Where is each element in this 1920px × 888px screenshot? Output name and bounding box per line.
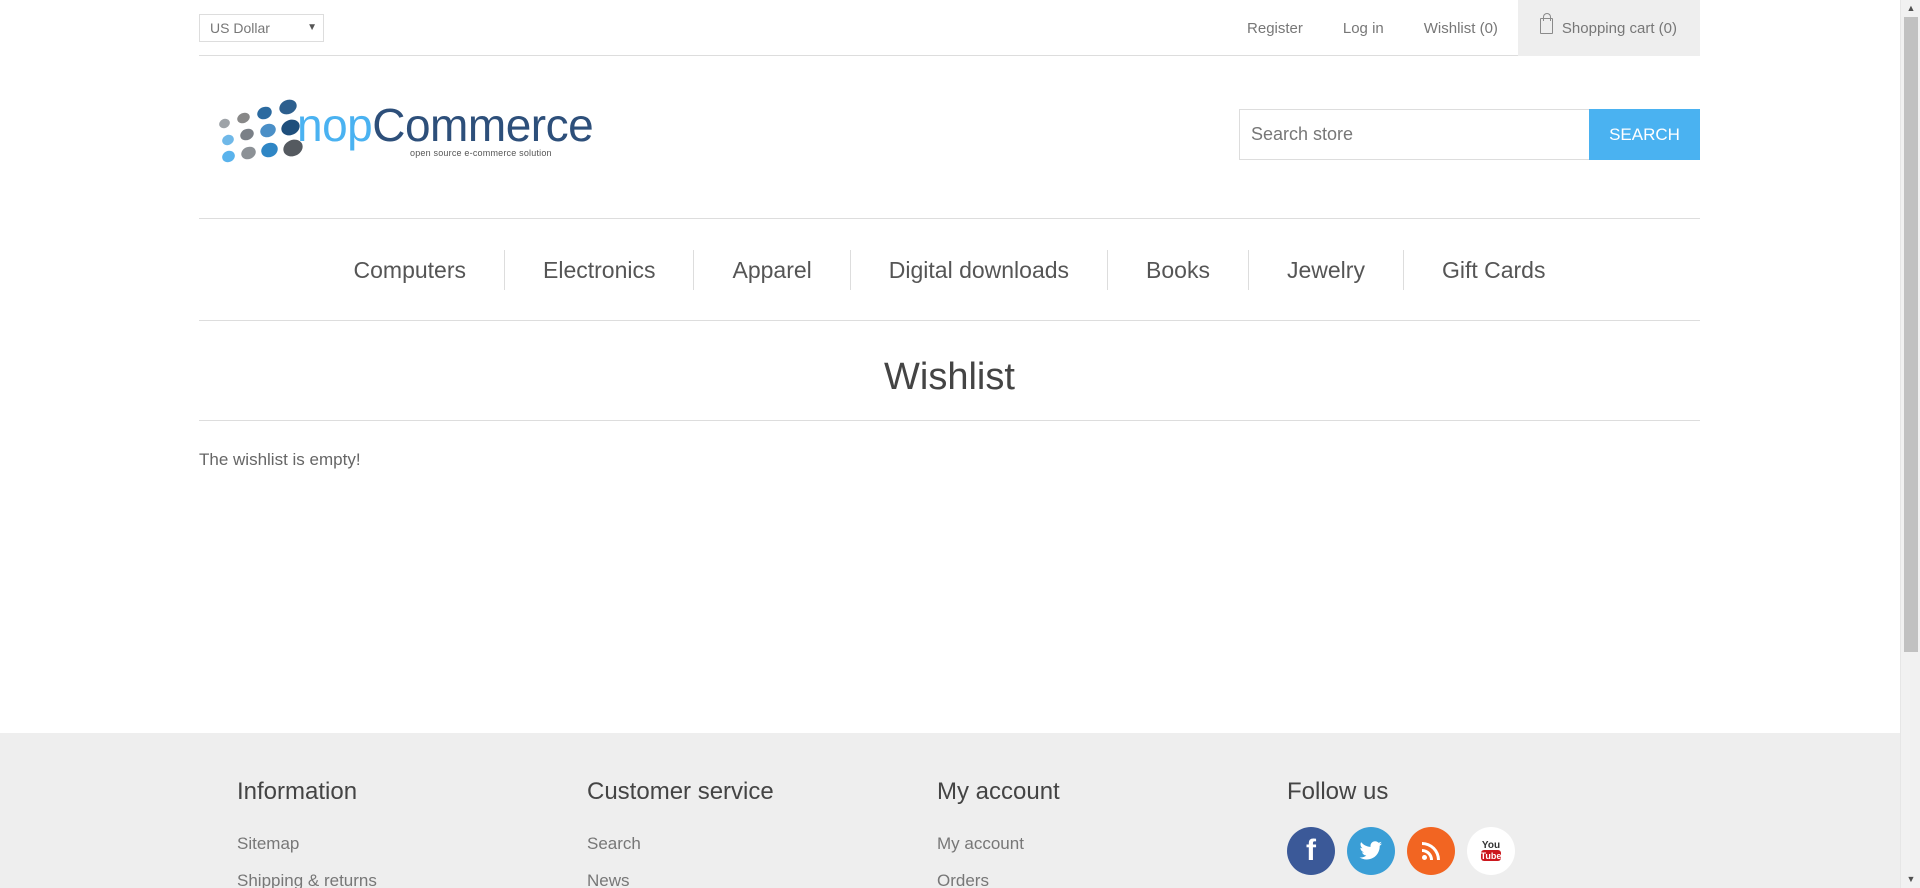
menu-item-apparel[interactable]: Apparel (693, 249, 849, 290)
vertical-scrollbar[interactable]: ▲ ▼ (1900, 0, 1920, 888)
footer-my-account: My account My account Orders (937, 777, 1060, 888)
youtube-icon[interactable]: You Tube (1467, 827, 1515, 875)
footer-customer-service-title: Customer service (587, 778, 774, 805)
social-links: f You Tube (1287, 827, 1515, 875)
menu-item-jewelry[interactable]: Jewelry (1247, 249, 1403, 290)
footer-follow-us-title: Follow us (1287, 778, 1389, 805)
footer-my-account-title: My account (937, 778, 1060, 805)
header-links-bar: US Dollar ▼ Register Log in Wishlist (0)… (199, 0, 1700, 56)
currency-selector[interactable]: US Dollar ▼ (199, 14, 324, 42)
logo-nop: nop (297, 99, 373, 151)
footer-follow-us: Follow us f You Tube (1287, 777, 1515, 875)
search-box: SEARCH (1239, 109, 1700, 160)
footer-link-news[interactable]: News (587, 862, 774, 888)
footer-link-orders[interactable]: Orders (937, 862, 1060, 888)
twitter-icon[interactable] (1347, 827, 1395, 875)
page: US Dollar ▼ Register Log in Wishlist (0)… (0, 0, 1900, 888)
svg-text:Tube: Tube (1481, 851, 1502, 861)
menu-item-electronics[interactable]: Electronics (504, 249, 693, 290)
footer-customer-service: Customer service Search News (587, 777, 774, 888)
wishlist-empty-message: The wishlist is empty! (199, 450, 361, 469)
menu-item-gift-cards[interactable]: Gift Cards (1402, 249, 1584, 290)
footer-link-my-account[interactable]: My account (937, 825, 1060, 862)
footer: Information Sitemap Shipping & returns C… (0, 733, 1900, 888)
chevron-down-icon: ▼ (307, 22, 317, 33)
shopping-bag-icon (1539, 13, 1553, 34)
logo-tagline: open source e-commerce solution (410, 148, 552, 158)
facebook-icon[interactable]: f (1287, 827, 1335, 875)
header-links: Register Log in Wishlist (0) Shopping ca… (1207, 0, 1700, 56)
shopping-cart-label: Shopping cart (0) (1561, 19, 1677, 37)
menu-item-books[interactable]: Books (1107, 249, 1248, 290)
register-link[interactable]: Register (1247, 20, 1303, 37)
wishlist-link[interactable]: Wishlist (0) (1424, 20, 1498, 37)
currency-selector-value: US Dollar (210, 20, 270, 36)
menu-item-digital-downloads[interactable]: Digital downloads (849, 249, 1107, 290)
logo-text: nopCommerce (297, 98, 594, 152)
footer-link-sitemap[interactable]: Sitemap (237, 825, 377, 862)
top-menu: Computers Electronics Apparel Digital do… (199, 218, 1700, 321)
scroll-up-icon[interactable]: ▲ (1901, 0, 1920, 17)
footer-information-title: Information (237, 778, 358, 805)
login-link[interactable]: Log in (1343, 20, 1384, 37)
svg-text:You: You (1482, 840, 1500, 851)
scrollbar-thumb[interactable] (1904, 17, 1918, 652)
shopping-cart-link[interactable]: Shopping cart (0) (1517, 0, 1700, 56)
footer-information: Information Sitemap Shipping & returns (237, 777, 377, 888)
logo-commerce: Commerce (372, 99, 594, 151)
page-title: Wishlist (199, 356, 1700, 421)
store-logo[interactable]: nopCommerce open source e-commerce solut… (205, 96, 594, 166)
menu-item-computers[interactable]: Computers (316, 250, 504, 290)
search-input[interactable] (1239, 109, 1589, 160)
rss-icon[interactable] (1407, 827, 1455, 875)
footer-link-search[interactable]: Search (587, 825, 774, 862)
footer-link-shipping-returns[interactable]: Shipping & returns (237, 862, 377, 888)
search-button[interactable]: SEARCH (1589, 109, 1700, 160)
scroll-down-icon[interactable]: ▼ (1901, 871, 1920, 888)
